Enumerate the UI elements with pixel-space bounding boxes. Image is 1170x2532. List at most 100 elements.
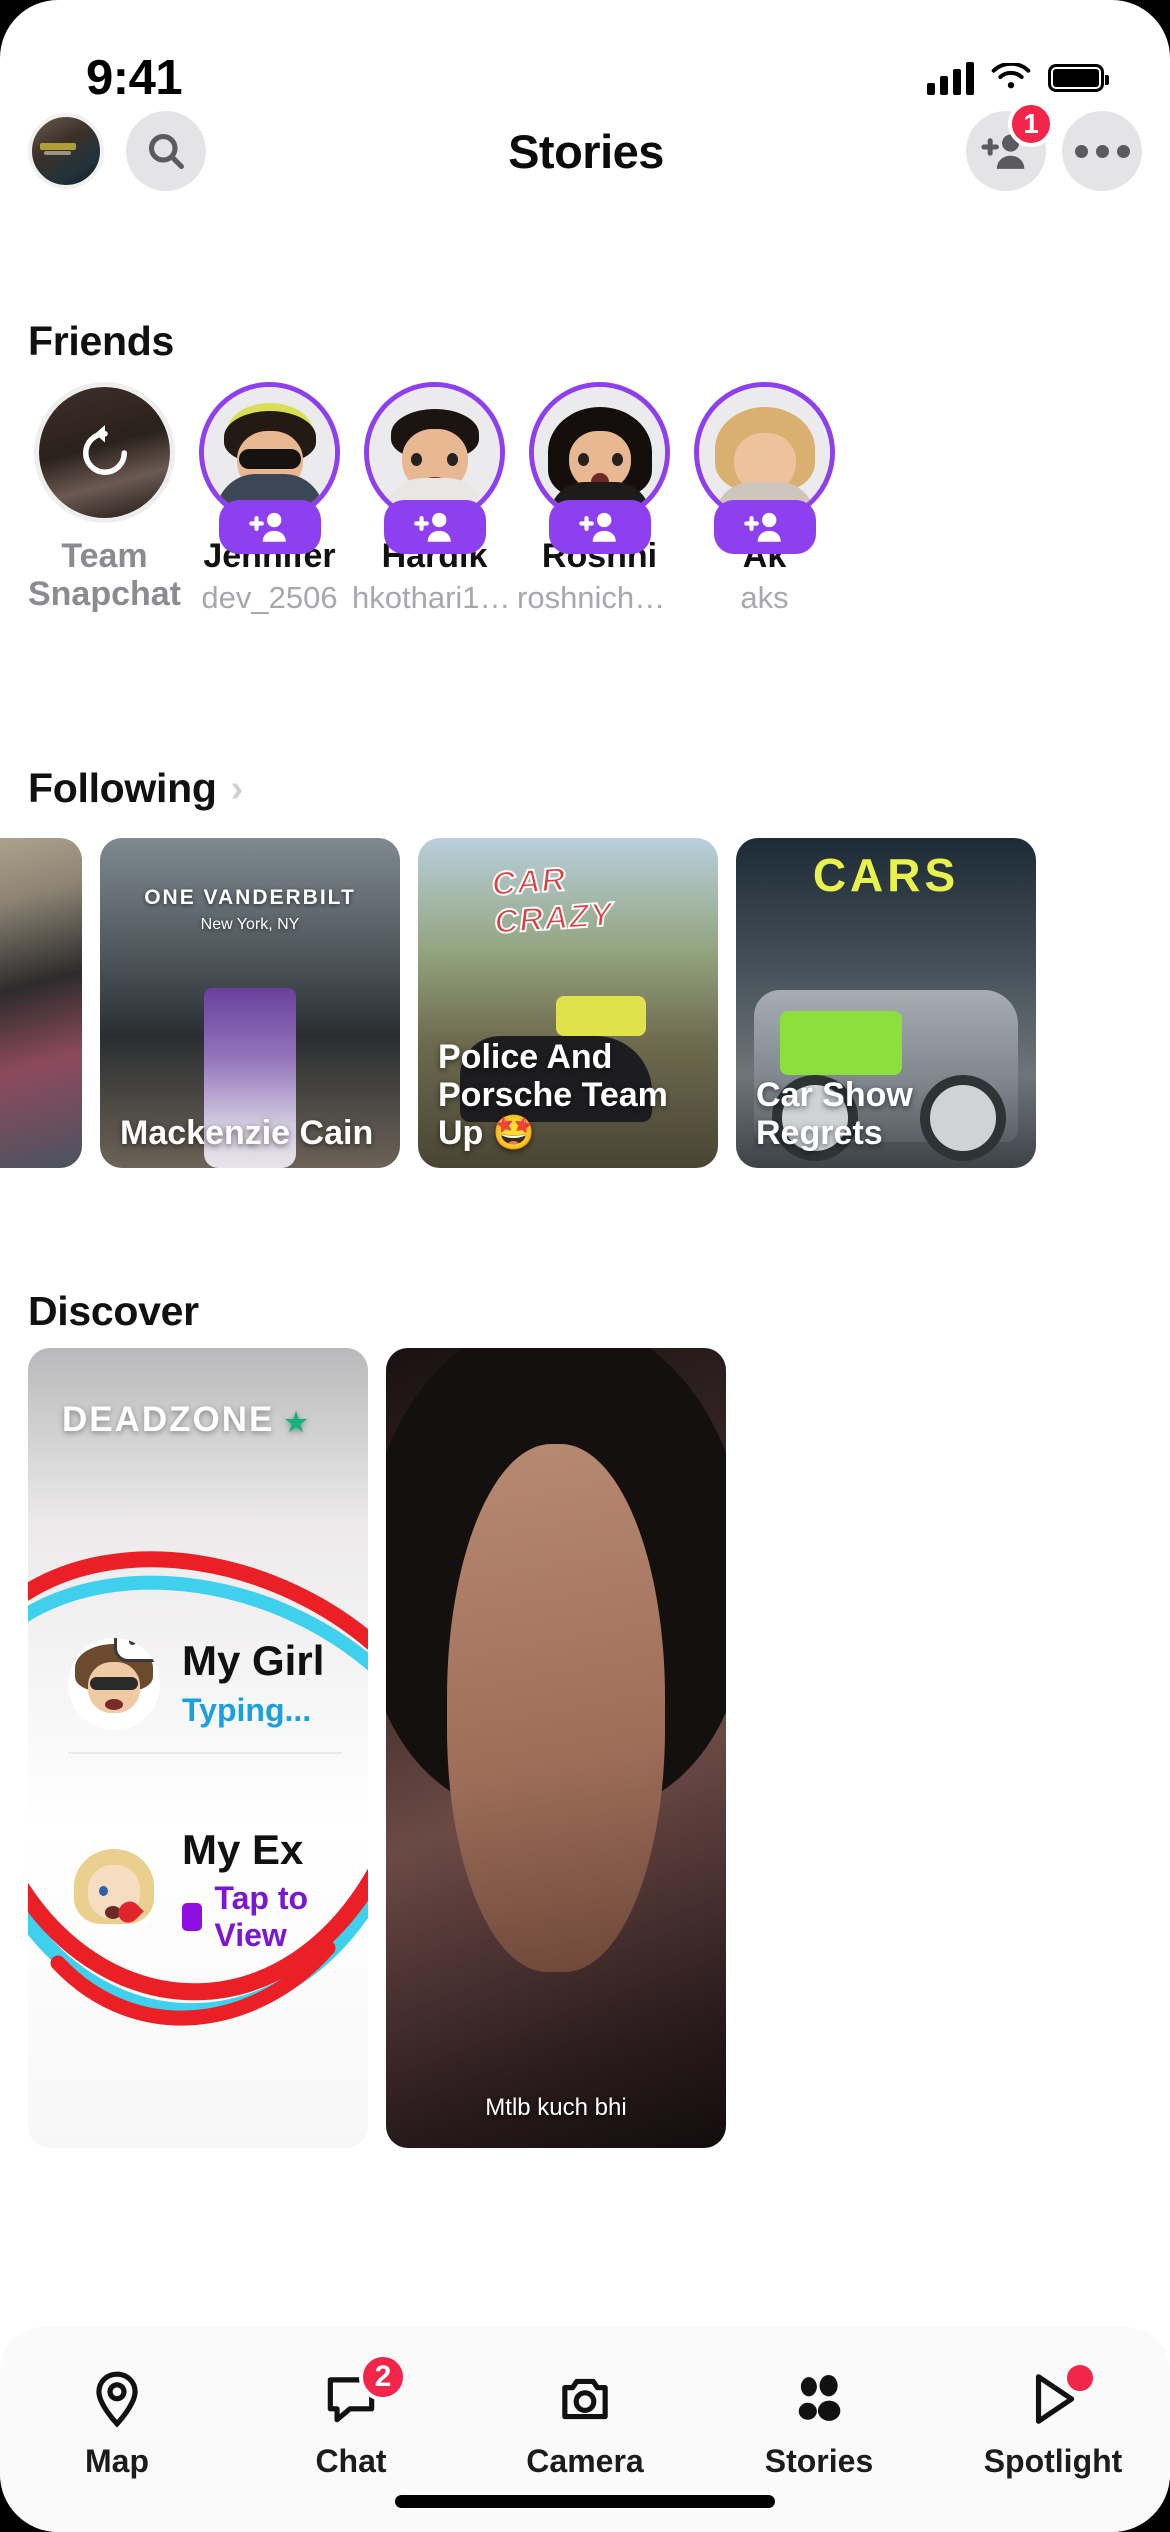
following-card-mackenzie-cain[interactable]: ONE VANDERBILT New York, NY Mackenzie Ca… (100, 838, 400, 1168)
profile-avatar[interactable] (28, 113, 104, 189)
add-friend-badge: 1 (1008, 101, 1054, 147)
chevron-right-icon: › (230, 767, 244, 810)
nav-label: Chat (315, 2443, 387, 2479)
following-card-label: Kaur (0, 1114, 68, 1152)
chat-row-text: My Ex Tap to View (182, 1827, 342, 1954)
avatar-highlight-secondary (44, 151, 72, 156)
spotlight-notification-dot (1063, 2361, 1097, 2395)
friends-carousel[interactable]: Team Snapchat Jennifer dev_2506 Hardik h… (0, 382, 1170, 702)
following-card-label: Car Show Regrets (756, 1075, 913, 1152)
story-replay-icon (82, 424, 127, 475)
home-indicator (395, 2495, 775, 2508)
following-card-car-show-regrets[interactable]: CARS Car Show Regrets (736, 838, 1036, 1168)
add-friend-icon (578, 512, 616, 542)
cars-logo: CARS (812, 849, 960, 901)
friend-avatar (39, 387, 170, 518)
nav-item-camera[interactable]: Camera (485, 2359, 685, 2480)
friend-name: Team Snapchat (27, 537, 182, 614)
map-pin-icon (17, 2359, 217, 2439)
add-friend-button[interactable]: 1 (966, 101, 1054, 191)
nav-label: Spotlight (983, 2443, 1123, 2479)
friend-item-jennifer[interactable]: Jennifer dev_2506 (187, 382, 352, 702)
friend-avatar (534, 387, 665, 518)
friend-username: aks (740, 580, 789, 615)
card-art-face (447, 1444, 665, 1972)
nav-item-chat[interactable]: 2 Chat (251, 2353, 451, 2480)
friend-avatar (369, 387, 500, 518)
chat-row-my-ex[interactable]: My Ex Tap to View (68, 1827, 342, 1976)
nav-label: Camera (526, 2443, 644, 2479)
video-caption: Mtlb kuch bhi (485, 2094, 627, 2121)
following-carousel[interactable]: Kaur ONE VANDERBILT New York, NY Mackenz… (0, 838, 1170, 1168)
chat-name: My Girl (182, 1637, 325, 1685)
friend-item-roshni[interactable]: Roshni roshnichav… (517, 382, 682, 702)
chat-bubble-icon: 2 (251, 2353, 451, 2439)
bitmoji-blonde-kiss (68, 1845, 160, 1938)
star-icon: ★ (284, 1407, 310, 1437)
stories-people-icon (719, 2359, 919, 2439)
page-title: Stories (508, 124, 664, 178)
friend-item-ak[interactable]: Ak aks (682, 382, 847, 702)
wifi-icon (991, 63, 1031, 89)
more-options-button[interactable] (1062, 111, 1142, 191)
following-card-kaur[interactable]: Kaur (0, 838, 82, 1168)
card-art-window (780, 1011, 902, 1075)
discover-grid[interactable]: DEADZONE ★ My Girl Typing... My Ex Tap t… (0, 1348, 1170, 2358)
friend-avatar (204, 387, 335, 518)
search-button[interactable] (126, 111, 206, 191)
nav-item-stories[interactable]: Stories (719, 2359, 919, 2480)
more-options-icon (1074, 144, 1130, 158)
car-crazy-logo: CAR CRAZY (490, 859, 616, 941)
add-friend-badge-button[interactable] (548, 500, 651, 554)
bitmoji-jennifer (204, 387, 335, 518)
following-card-label: Police And Porsche Team Up 🤩 (438, 1037, 668, 1152)
discover-card-deadzone[interactable]: DEADZONE ★ My Girl Typing... My Ex Tap t… (28, 1348, 368, 2148)
following-section-title: Following (28, 765, 217, 811)
friend-item-hardik[interactable]: Hardik hkothari1510 (352, 382, 517, 702)
story-ring (34, 382, 175, 523)
nav-label: Stories (764, 2443, 874, 2479)
add-friend-icon (248, 512, 286, 542)
spotlight-play-icon (953, 2359, 1153, 2439)
add-friend-badge-button[interactable] (383, 500, 486, 554)
friends-section-title: Friends (28, 318, 174, 364)
publisher-name: DEADZONE ★ (62, 1400, 310, 1439)
bitmoji-ak (699, 387, 830, 518)
following-card-police-porsche[interactable]: CAR CRAZY Police And Porsche Team Up 🤩 (418, 838, 718, 1168)
friend-item-team-snapchat[interactable]: Team Snapchat (22, 382, 187, 702)
friend-username: dev_2506 (201, 580, 338, 615)
friend-avatar (699, 387, 830, 518)
snap-square-icon (182, 1903, 203, 1932)
camera-icon (485, 2359, 685, 2439)
chat-row-my-girl[interactable]: My Girl Typing... (68, 1638, 342, 1754)
battery-full-icon (1048, 64, 1109, 92)
nav-label: Map (85, 2443, 149, 2479)
location-sticker: ONE VANDERBILT New York, NY (100, 886, 400, 934)
add-friend-badge-button[interactable] (713, 500, 816, 554)
following-section-header[interactable]: Following › (0, 765, 243, 812)
friend-username: hkothari1510 (352, 580, 517, 615)
card-art-police-car (556, 996, 646, 1036)
nav-item-map[interactable]: Map (17, 2359, 217, 2480)
bitmoji-roshni (534, 387, 665, 518)
typing-bubble-icon (114, 1638, 160, 1662)
add-friend-icon (413, 512, 451, 542)
chat-status: Typing... (182, 1691, 312, 1728)
discover-card-portrait[interactable]: Mtlb kuch bhi (386, 1348, 726, 2148)
add-friend-badge-button[interactable] (218, 500, 321, 554)
nav-item-spotlight[interactable]: Spotlight (953, 2359, 1153, 2480)
top-header: Stories 1 (0, 96, 1170, 206)
status-indicators (927, 61, 1109, 95)
chat-row-text: My Girl Typing... (182, 1639, 324, 1728)
avatar-highlight (40, 142, 76, 150)
bitmoji-girl-glasses (68, 1638, 160, 1730)
location-name: ONE VANDERBILT (144, 886, 356, 909)
chat-unread-badge: 2 (359, 2353, 407, 2401)
cellular-bars-icon (927, 61, 974, 95)
following-card-label: Mackenzie Cain (120, 1113, 374, 1152)
discover-section-title: Discover (28, 1288, 199, 1334)
chat-status: Tap to View (182, 1880, 342, 1954)
friend-username: roshnichav… (517, 580, 682, 615)
location-city: New York, NY (200, 916, 300, 933)
search-icon (148, 133, 184, 169)
